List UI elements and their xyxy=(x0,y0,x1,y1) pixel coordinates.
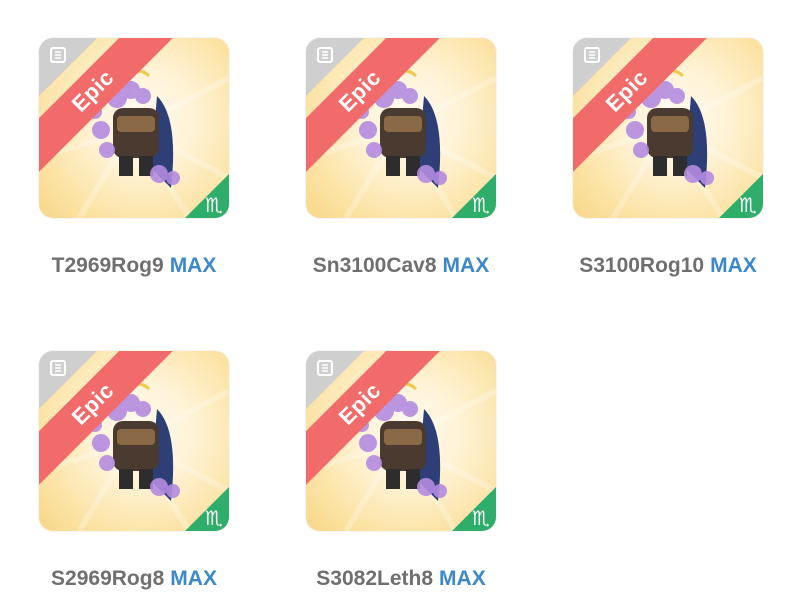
codex-book-icon xyxy=(50,360,66,376)
hero-grid: Epic ♏ T2969Rog9 MAX Epic ♏ Sn3100Cav8 M… xyxy=(0,0,800,598)
scorpio-icon: ♏ xyxy=(472,193,490,217)
level-max-badge: MAX xyxy=(710,254,757,277)
codex-book-icon xyxy=(317,360,333,376)
scorpio-icon: ♏ xyxy=(205,506,223,530)
hero-label: S2969Rog8 MAX xyxy=(29,567,239,591)
level-max-badge: MAX xyxy=(169,254,217,277)
codex-book-icon xyxy=(317,47,333,63)
level-max-badge: MAX xyxy=(442,254,490,277)
codex-book-icon xyxy=(584,47,600,63)
hero-name: Sn3100Cav8 xyxy=(312,254,437,277)
hero-name: S3100Rog10 xyxy=(579,254,705,277)
hero-label: T2969Rog9 MAX xyxy=(29,254,239,278)
hero-label: Sn3100Cav8 MAX xyxy=(296,254,506,278)
hero-name: S2969Rog8 xyxy=(51,567,165,590)
scorpio-icon: ♏ xyxy=(739,193,757,217)
hero-item[interactable]: Epic ♏ Sn3100Cav8 MAX xyxy=(306,38,566,298)
level-max-badge: MAX xyxy=(439,567,486,590)
hero-item[interactable]: Epic ♏ S2969Rog8 MAX xyxy=(39,351,299,598)
hero-label: S3100Rog10 MAX xyxy=(563,254,773,278)
hero-card[interactable]: Epic ♏ xyxy=(306,38,496,218)
level-max-badge: MAX xyxy=(170,567,217,590)
hero-card[interactable]: Epic ♏ xyxy=(39,38,229,218)
hero-name: T2969Rog9 xyxy=(51,254,164,277)
codex-book-icon xyxy=(50,47,66,63)
hero-item[interactable]: Epic ♏ T2969Rog9 MAX xyxy=(39,38,299,298)
hero-card[interactable]: Epic ♏ xyxy=(573,38,763,218)
hero-name: S3082Leth8 xyxy=(316,567,434,590)
hero-item[interactable]: Epic ♏ S3100Rog10 MAX xyxy=(573,38,800,298)
scorpio-icon: ♏ xyxy=(472,506,490,530)
scorpio-icon: ♏ xyxy=(205,193,223,217)
hero-card[interactable]: Epic ♏ xyxy=(306,351,496,531)
hero-label: S3082Leth8 MAX xyxy=(296,567,506,591)
hero-item[interactable]: Epic ♏ S3082Leth8 MAX xyxy=(306,351,566,598)
hero-card[interactable]: Epic ♏ xyxy=(39,351,229,531)
